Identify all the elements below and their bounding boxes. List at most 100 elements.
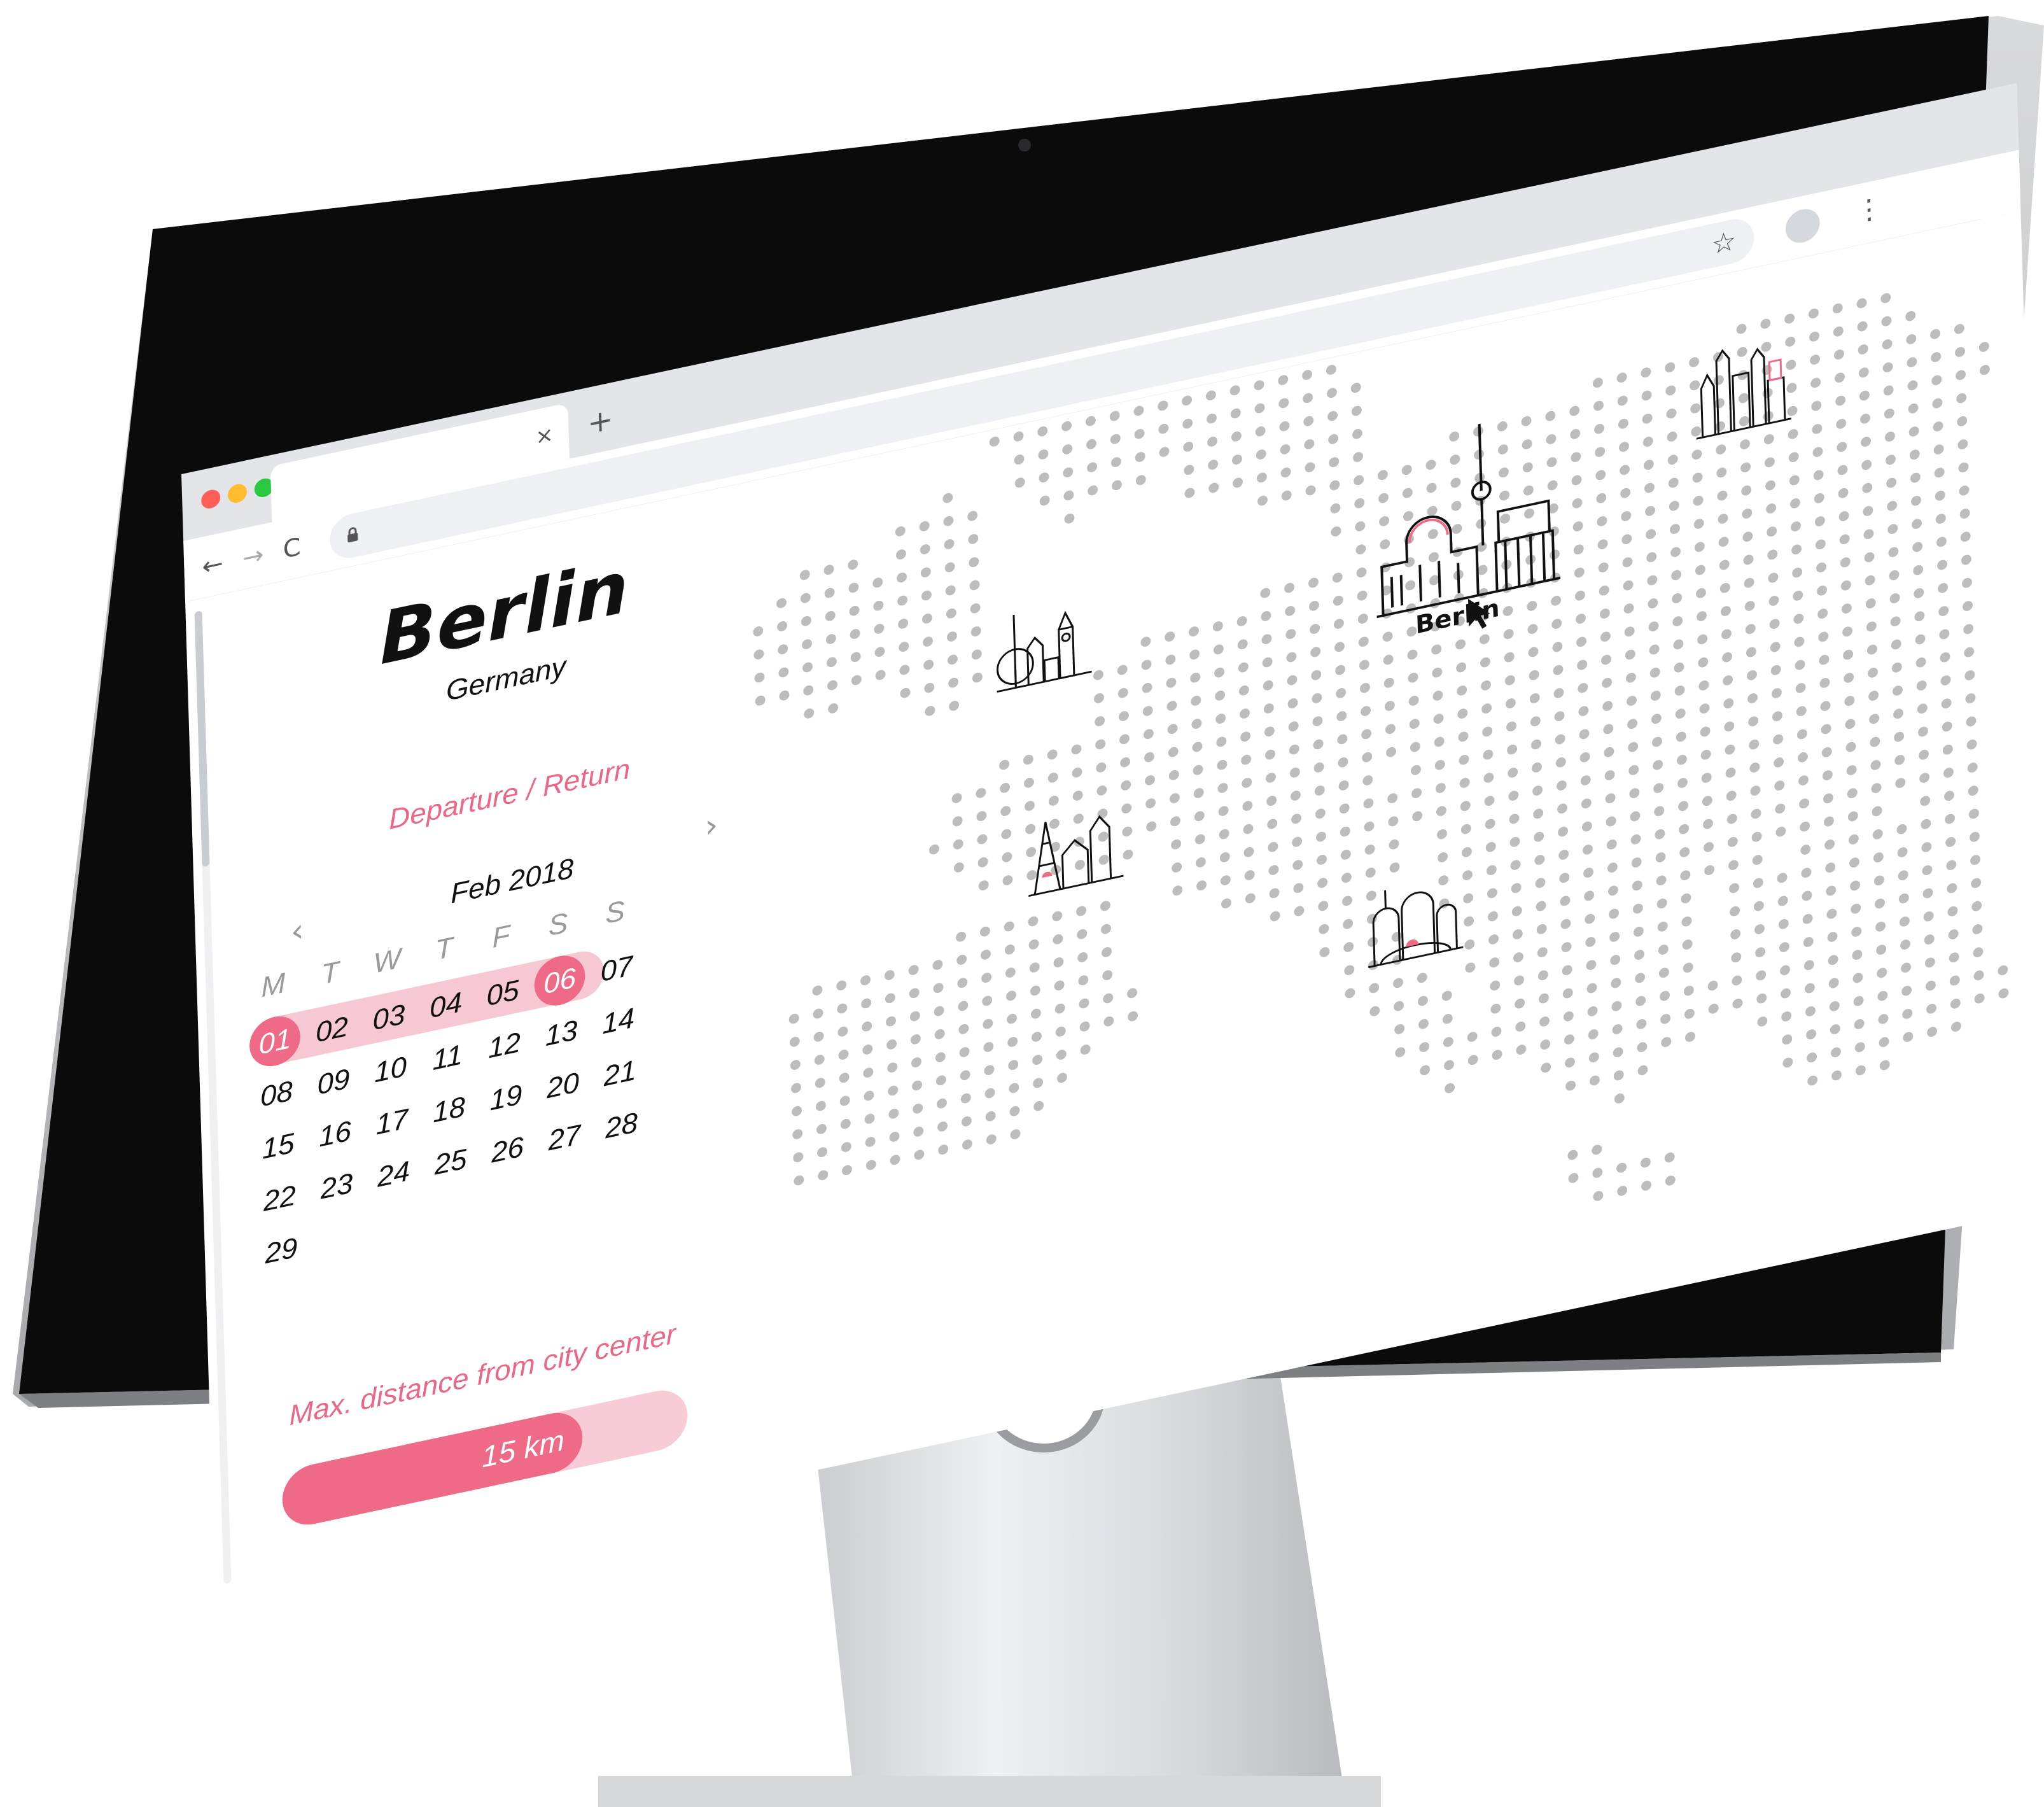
map-dot	[1789, 498, 1800, 509]
calendar-day[interactable]: 02	[306, 999, 358, 1058]
scrollbar-thumb[interactable]	[194, 610, 210, 868]
calendar-day[interactable]: 26	[482, 1120, 534, 1179]
calendar-day[interactable]: 18	[423, 1079, 475, 1139]
new-tab-button[interactable]: +	[587, 402, 613, 441]
calendar-day[interactable]: 16	[309, 1104, 361, 1163]
map-dot	[1618, 442, 1629, 452]
calendar-day[interactable]: 28	[596, 1095, 648, 1155]
map-dot	[1585, 913, 1595, 924]
map-dot	[978, 880, 989, 890]
map-dot	[1213, 644, 1224, 655]
map-dot	[925, 706, 935, 716]
map-dot	[1071, 744, 1082, 755]
map-dot	[1793, 614, 1804, 624]
map-dot	[1383, 654, 1394, 665]
map-dot	[1072, 767, 1082, 778]
map-dot	[970, 626, 981, 636]
forward-arrow-icon[interactable]: →	[242, 537, 264, 576]
map-dot	[1595, 470, 1606, 481]
map-dot	[1845, 719, 1856, 729]
map-dot	[1580, 775, 1591, 785]
calendar-day[interactable]: 19	[480, 1067, 532, 1127]
map-dot	[1208, 460, 1219, 470]
calendar-day[interactable]: 14	[592, 991, 645, 1050]
reload-icon[interactable]: C	[283, 530, 301, 567]
calendar-day[interactable]: 09	[307, 1051, 360, 1111]
map-dot	[1957, 439, 1968, 449]
calendar-day[interactable]: 11	[421, 1027, 473, 1086]
calendar-day[interactable]: 17	[366, 1092, 418, 1151]
map-dot	[1632, 880, 1642, 891]
weekday-label: F	[491, 918, 511, 954]
map-dot	[1345, 988, 1355, 999]
calendar-day[interactable]: 25	[424, 1132, 477, 1191]
map-dot	[1819, 678, 1830, 688]
calendar-day[interactable]: 24	[368, 1144, 420, 1203]
map-dot	[865, 1137, 876, 1147]
close-window-button[interactable]	[200, 488, 221, 510]
map-dot	[1672, 616, 1683, 626]
calendar-day[interactable]: 20	[537, 1055, 589, 1114]
map-dot	[1610, 955, 1621, 965]
calendar-day[interactable]: 29	[255, 1221, 307, 1280]
calendar-day[interactable]: 12	[479, 1015, 531, 1074]
map-dot	[1266, 773, 1277, 783]
map-dot	[1363, 798, 1374, 809]
map-dot	[1959, 509, 1970, 519]
map-dot	[1007, 1037, 1018, 1047]
map-dot	[1925, 980, 1936, 991]
map-dot	[1284, 582, 1295, 593]
calendar-day[interactable]: 22	[253, 1169, 305, 1228]
calendar-day[interactable]: 01	[249, 1011, 301, 1071]
map-dot	[823, 565, 834, 575]
map-dot	[1219, 829, 1229, 840]
map-dot	[1158, 400, 1168, 411]
map-dot	[1358, 636, 1369, 647]
map-dot	[1756, 970, 1767, 981]
calendar-day[interactable]: 10	[365, 1039, 417, 1099]
calendar-day[interactable]: 08	[251, 1064, 303, 1123]
calendar-day[interactable]: 21	[594, 1043, 646, 1102]
map-dot	[1141, 659, 1152, 670]
calendar-day[interactable]: 13	[535, 1003, 587, 1062]
map-dot	[1883, 385, 1894, 396]
map-dot	[1269, 888, 1280, 899]
map-dot	[912, 1080, 923, 1091]
map-dot	[1693, 519, 1704, 529]
map-dot	[1939, 629, 1950, 640]
map-dot	[1100, 901, 1110, 911]
map-dot	[885, 993, 895, 1004]
calendar-day[interactable]: 27	[538, 1107, 591, 1167]
back-arrow-icon[interactable]: ←	[202, 546, 224, 585]
map-dot	[938, 1144, 949, 1155]
calendar-day[interactable]: 03	[363, 987, 415, 1046]
calendar-day[interactable]: 07	[591, 939, 643, 998]
map-dot	[1482, 726, 1493, 737]
calendar-day[interactable]: 23	[311, 1157, 363, 1216]
map-dot	[935, 1075, 946, 1086]
calendar-day[interactable]: 04	[420, 975, 472, 1034]
map-dot	[1812, 447, 1823, 457]
prev-month-icon[interactable]: ‹	[290, 911, 304, 951]
map-dot	[1824, 840, 1835, 850]
weekday-label: M	[260, 966, 286, 1004]
minimize-window-button[interactable]	[227, 482, 248, 505]
map-dot	[778, 644, 788, 654]
profile-avatar[interactable]	[1785, 206, 1821, 246]
map-dot	[1000, 783, 1011, 793]
map-dot	[1799, 798, 1810, 809]
map-dot	[1770, 664, 1781, 675]
calendar-day[interactable]: 05	[477, 963, 529, 1022]
map-dot	[1142, 706, 1153, 716]
map-dot	[1701, 773, 1712, 783]
map-dot	[1777, 873, 1788, 883]
calendar-day[interactable]: 15	[252, 1116, 304, 1176]
map-dot	[1481, 703, 1492, 714]
next-month-icon[interactable]: ›	[704, 806, 718, 846]
close-tab-icon[interactable]: ×	[535, 422, 554, 450]
map-dot	[1194, 811, 1205, 822]
map-dot	[1340, 826, 1350, 837]
browser-menu-icon[interactable]: ⋮	[1854, 189, 1883, 232]
map-dot	[1048, 796, 1059, 806]
bookmark-star-icon[interactable]: ☆	[1711, 225, 1737, 262]
